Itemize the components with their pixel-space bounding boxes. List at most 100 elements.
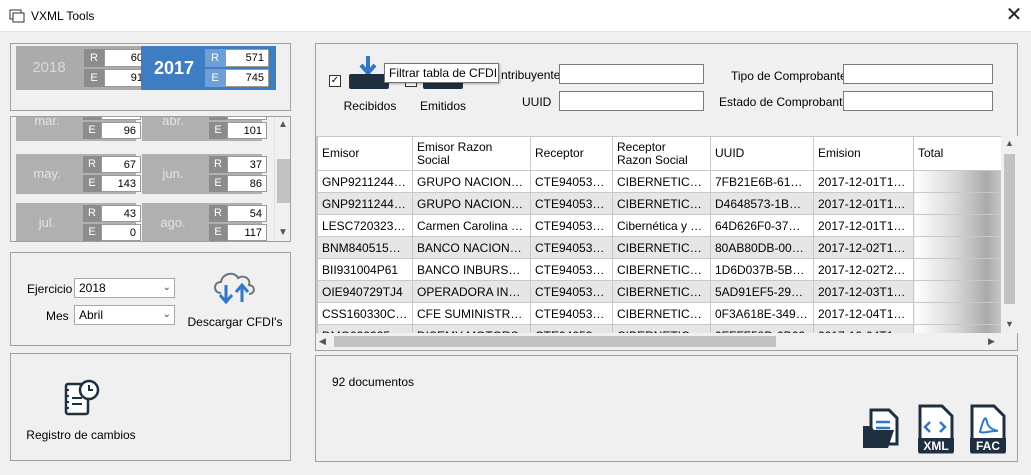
mes-label: Mes: [46, 309, 69, 323]
table-cell: BII931004P61: [317, 258, 413, 281]
table-cell: GRUPO NACIONAL ...: [412, 192, 531, 215]
export-fac-button[interactable]: FAC: [968, 404, 1008, 454]
changelog-button[interactable]: Registro de cambios: [21, 378, 141, 442]
column-header[interactable]: UUID: [710, 136, 814, 171]
emitted-tag: E: [83, 122, 101, 139]
emitted-count: 117: [227, 224, 267, 241]
month-box-mar[interactable]: mar. R E 96: [16, 116, 141, 141]
notebook-clock-icon: [64, 379, 100, 416]
month-box-abr[interactable]: abr. R E 101: [142, 117, 267, 141]
close-button[interactable]: ✕: [1000, 3, 1028, 29]
month-scrollbar[interactable]: ▲ ▼: [274, 117, 290, 241]
table-cell: CSS160330CP7: [317, 302, 413, 325]
received-tag: R: [83, 156, 101, 173]
month-box-may[interactable]: may. R 67 E 143: [16, 154, 141, 194]
column-header[interactable]: Emision: [813, 136, 914, 171]
recibidos-label: Recibidos: [343, 99, 397, 113]
grid-horizontal-scrollbar[interactable]: ◀ ▶: [316, 333, 1001, 350]
table-cell: CIBERNETICA Y...: [612, 236, 711, 259]
month-label: mar.: [34, 116, 60, 128]
table-cell: 80AB80DB-00F4-...: [710, 236, 814, 259]
received-tag: R: [209, 156, 227, 173]
received-count: 54: [227, 205, 267, 222]
table-cell: 7FB21E6B-6140-...: [710, 170, 814, 193]
table-row[interactable]: DMO030325EZ2DISEMY MOTORSCTE940531F58CIB…: [317, 324, 1002, 333]
table-cell: 2017-12-01T10:3...: [813, 170, 914, 193]
tipo-comprobante-input[interactable]: [843, 64, 993, 84]
table-row[interactable]: BNM840515VB1 BANCO NACIONAL ... CTE940531F…: [317, 236, 1002, 259]
uuid-input[interactable]: [559, 91, 704, 111]
received-tag: R: [83, 117, 101, 120]
open-folder-icon[interactable]: [861, 406, 905, 450]
year-box-2018[interactable]: 2018 R 60 E 91: [16, 46, 151, 90]
table-cell: 64D626F0-37C4-...: [710, 214, 814, 237]
received-count: 43: [101, 205, 141, 222]
received-tag: R: [209, 117, 227, 120]
table-row[interactable]: CSS160330CP7 CFE SUMINISTRAD... CTE940531F…: [317, 302, 1002, 325]
scroll-thumb[interactable]: [277, 159, 290, 203]
ejercicio-select[interactable]: 2018 ⌄: [74, 278, 175, 298]
received-tag: R: [209, 205, 227, 222]
scroll-left-icon[interactable]: ◀: [319, 336, 326, 347]
column-header[interactable]: Emisor: [317, 136, 413, 171]
table-cell: BNM840515VB1: [317, 236, 413, 259]
table-cell: [913, 236, 1002, 259]
status-panel: 92 documentos XML FAC: [315, 355, 1018, 462]
ejercicio-value: 2018: [79, 281, 106, 295]
month-box-jun[interactable]: jun. R 37 E 86: [142, 154, 267, 194]
table-cell: CIBERNETICA Y: [612, 324, 711, 333]
table-cell: [913, 258, 1002, 281]
column-header[interactable]: Receptor: [530, 136, 613, 171]
table-cell: GNP9211244P0: [317, 170, 413, 193]
scroll-down-icon[interactable]: ▼: [278, 227, 288, 238]
scroll-thumb[interactable]: [334, 336, 776, 347]
table-cell: DMO030325EZ2: [317, 324, 413, 333]
year-box-2017[interactable]: 2017 R 571 E 745: [141, 46, 276, 90]
scroll-up-icon[interactable]: ▲: [1005, 138, 1014, 148]
export-xml-button[interactable]: XML: [916, 404, 956, 454]
table-cell: LESC720323UY4: [317, 214, 413, 237]
column-header[interactable]: Emisor Razon Social: [412, 136, 531, 171]
table-cell: CIBERNETICA Y...: [612, 302, 711, 325]
app-window-icon: [9, 9, 25, 23]
month-box-jul[interactable]: jul. R 43 E 0: [16, 203, 141, 241]
contribuyente-label: ntribuyente: [501, 68, 561, 82]
table-row[interactable]: OIE940729TJ4 OPERADORA INN E... CTE940531F…: [317, 280, 1002, 303]
year-label: 2018: [32, 59, 66, 76]
filter-checkbox[interactable]: ✓: [329, 75, 341, 87]
table-row[interactable]: GNP9211244P0 GRUPO NACIONAL ... CTE940531F…: [317, 170, 1002, 193]
scroll-down-icon[interactable]: ▼: [1005, 319, 1014, 329]
column-header[interactable]: Total: [913, 136, 1002, 171]
tooltip: Filtrar tabla de CFDI: [384, 63, 499, 83]
emitted-count: 96: [101, 122, 141, 139]
table-cell: CTE940531F58: [530, 302, 613, 325]
window-title: VXML Tools: [31, 9, 95, 23]
chevron-down-icon: ⌄: [162, 282, 171, 293]
table-row[interactable]: BII931004P61 BANCO INBURSA S... CTE940531F…: [317, 258, 1002, 281]
scroll-thumb[interactable]: [1004, 154, 1015, 304]
mes-select[interactable]: Abril ⌄: [74, 305, 175, 325]
received-count: [101, 117, 141, 120]
cloud-download-icon: [214, 272, 255, 305]
changelog-label: Registro de cambios: [26, 428, 136, 442]
table-cell: CTE940531F58: [530, 236, 613, 259]
column-header[interactable]: Receptor Razon Social: [612, 136, 711, 171]
month-box-ago[interactable]: ago. R 54 E 117: [142, 203, 267, 241]
table-cell: 2017-12-04T16:3: [813, 324, 914, 333]
estado-comprobante-input[interactable]: [843, 91, 993, 111]
cfdi-table: Emisor Emisor Razon Social Receptor Recepto…: [316, 136, 1002, 333]
chevron-down-icon: ⌄: [162, 309, 171, 320]
scroll-up-icon[interactable]: ▲: [278, 119, 288, 130]
grid-vertical-scrollbar[interactable]: ▲ ▼: [1001, 136, 1018, 333]
table-cell: GRUPO NACIONAL ...: [412, 170, 531, 193]
table-cell: 0F3A618E-3495-...: [710, 302, 814, 325]
scroll-right-icon[interactable]: ▶: [988, 336, 995, 347]
table-cell: CIBERNETICA Y...: [612, 192, 711, 215]
table-row[interactable]: GNP9211244P0 GRUPO NACIONAL ... CTE940531F…: [317, 192, 1002, 215]
estado-comprobante-label: Estado de Comprobante: [719, 95, 850, 109]
cfdi-table-body: Emisor Emisor Razon Social Receptor Recepto…: [317, 136, 1002, 333]
download-cfdi-button[interactable]: Descargar CFDI's: [187, 267, 283, 331]
table-row[interactable]: LESC720323UY4Carmen Carolina Leal...CTE9…: [317, 214, 1002, 237]
table-cell: [913, 214, 1002, 237]
contribuyente-input[interactable]: [559, 64, 704, 84]
